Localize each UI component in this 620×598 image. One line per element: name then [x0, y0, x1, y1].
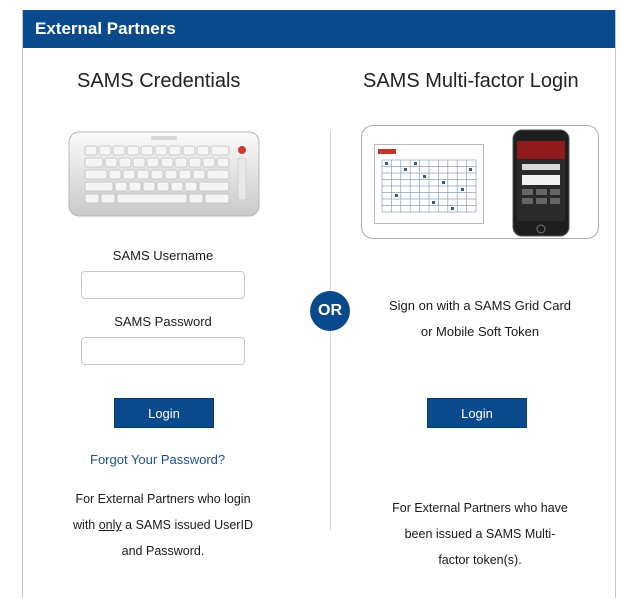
credentials-desc-line3: and Password. — [121, 544, 205, 558]
or-badge: OR — [310, 291, 350, 331]
credentials-description: For External Partners who login with onl… — [47, 486, 279, 564]
username-input[interactable] — [81, 271, 245, 299]
login-panel: External Partners SAMS Credentials SAMS … — [22, 10, 616, 598]
multifactor-image — [361, 125, 599, 239]
credentials-desc-line1: For External Partners who login — [75, 492, 251, 506]
keyboard-icon — [67, 128, 261, 225]
desc-userid: a SAMS issued UserID — [121, 518, 253, 532]
sams-credentials-title: SAMS Credentials — [77, 70, 241, 92]
multifactor-description: For External Partners who have been issu… — [361, 495, 599, 573]
signon-line1: Sign on with a SAMS Grid Card — [388, 298, 572, 313]
desc-only: only — [98, 518, 122, 532]
multifactor-desc-line3: factor token(s). — [438, 553, 522, 567]
multifactor-desc-line2: been issued a SAMS Multi- — [404, 527, 556, 541]
password-input[interactable] — [81, 337, 245, 365]
multifactor-login-title: SAMS Multi-factor Login — [363, 70, 579, 92]
page-header: External Partners — [23, 10, 615, 48]
credentials-desc-line2: with only a SAMS issued UserID — [47, 512, 279, 538]
signon-text: Sign on with a SAMS Grid Card or Mobile … — [361, 293, 599, 345]
multifactor-desc-line1: For External Partners who have — [392, 501, 568, 515]
forgot-password-link[interactable]: Forgot Your Password? — [90, 452, 225, 467]
username-label: SAMS Username — [112, 248, 214, 263]
credentials-login-button[interactable]: Login — [114, 398, 214, 428]
desc-with: with — [73, 518, 99, 532]
grid-card-icon — [374, 144, 484, 224]
mobile-phone-icon — [512, 129, 570, 237]
password-label: SAMS Password — [114, 314, 212, 329]
multifactor-login-button[interactable]: Login — [427, 398, 527, 428]
signon-line2: or Mobile Soft Token — [420, 324, 540, 339]
